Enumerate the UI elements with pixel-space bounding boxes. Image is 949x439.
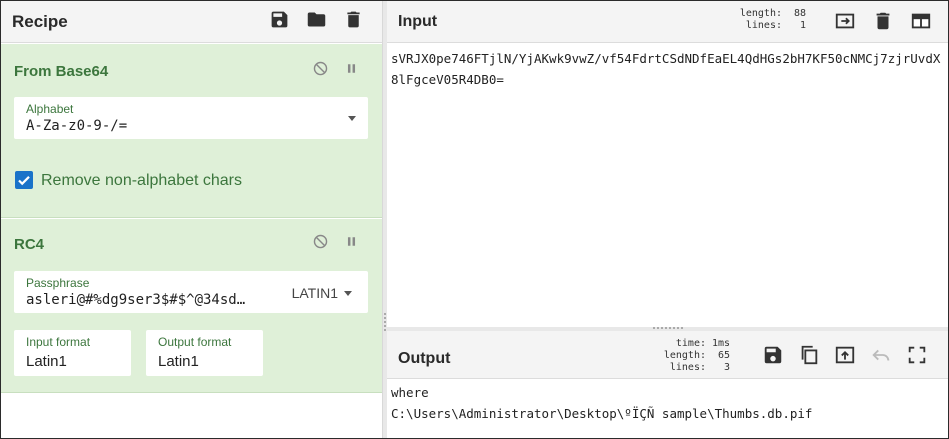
cyberchef-window: Recipe From Base64 Alphabet A-Za-z0-9-/=… bbox=[0, 0, 949, 439]
output-format-select[interactable]: Output format Latin1 bbox=[146, 330, 263, 376]
stat-value: 1 bbox=[799, 20, 806, 31]
stat-value: 1ms bbox=[711, 338, 730, 349]
output-stats: time: 1ms length: 65 lines: 3 bbox=[664, 338, 730, 374]
save-icon[interactable] bbox=[269, 9, 290, 30]
alphabet-value: A-Za-z0-9-/= bbox=[26, 118, 128, 134]
input-title: Input bbox=[398, 13, 438, 30]
recipe-header: Recipe bbox=[1, 1, 382, 43]
stat-key: lines: bbox=[669, 362, 706, 373]
pause-icon[interactable] bbox=[343, 60, 360, 77]
input-header: Input length: 88 lines: 1 bbox=[387, 1, 948, 43]
stat-value: 65 bbox=[717, 350, 730, 361]
disable-icon[interactable] bbox=[312, 60, 329, 77]
encoding-label: LATIN1 bbox=[291, 285, 338, 301]
alphabet-select[interactable]: Alphabet A-Za-z0-9-/= bbox=[14, 97, 368, 139]
input-to-output-icon[interactable] bbox=[834, 10, 856, 32]
disable-icon[interactable] bbox=[312, 233, 329, 250]
passphrase-encoding-select[interactable]: LATIN1 bbox=[292, 285, 352, 301]
splitter-grip[interactable] bbox=[384, 313, 386, 331]
layout-icon[interactable] bbox=[910, 10, 932, 32]
recipe-pane: Recipe From Base64 Alphabet A-Za-z0-9-/=… bbox=[1, 1, 383, 438]
passphrase-label: Passphrase bbox=[26, 276, 90, 290]
splitter-grip[interactable] bbox=[653, 327, 683, 329]
recipe-title: Recipe bbox=[12, 12, 68, 31]
output-line: where bbox=[391, 385, 429, 400]
copy-icon[interactable] bbox=[798, 344, 820, 366]
passphrase-value[interactable]: asleri@#%dg9ser3$#$^@34sd… bbox=[26, 292, 274, 308]
operation-rc4[interactable]: RC4 Passphrase asleri@#%dg9ser3$#$^@34sd… bbox=[1, 219, 382, 393]
output-title: Output bbox=[398, 350, 451, 367]
stat-key: lines: bbox=[745, 20, 782, 31]
operation-title: RC4 bbox=[14, 236, 45, 253]
remove-non-alphabet-checkbox[interactable] bbox=[15, 171, 33, 189]
output-header: Output time: 1ms length: 65 lines: 3 bbox=[387, 331, 948, 379]
output-text[interactable]: where C:\Users\Administrator\Desktop\ºÏÇÑ… bbox=[391, 382, 945, 424]
stat-value: 3 bbox=[723, 362, 730, 373]
operation-from-base64[interactable]: From Base64 Alphabet A-Za-z0-9-/= Remove… bbox=[1, 44, 382, 218]
input-pane: Input length: 88 lines: 1 sVRJX0pe746FTjlN… bbox=[387, 1, 948, 327]
undo-icon[interactable] bbox=[870, 344, 892, 366]
chevron-down-icon bbox=[348, 116, 356, 121]
pause-icon[interactable] bbox=[343, 233, 360, 250]
input-format-select[interactable]: Input format Latin1 bbox=[14, 330, 131, 376]
output-pane: Output time: 1ms length: 65 lines: 3 whe… bbox=[387, 331, 948, 438]
maximize-icon[interactable] bbox=[906, 344, 928, 366]
stat-key: length: bbox=[739, 8, 782, 19]
passphrase-field[interactable]: Passphrase asleri@#%dg9ser3$#$^@34sd… LA… bbox=[14, 271, 368, 313]
input-stats: length: 88 lines: 1 bbox=[740, 8, 806, 32]
input-format-label: Input format bbox=[26, 335, 91, 349]
operation-title: From Base64 bbox=[14, 63, 109, 80]
trash-icon[interactable] bbox=[343, 9, 364, 30]
alphabet-label: Alphabet bbox=[26, 102, 74, 116]
input-textarea[interactable]: sVRJX0pe746FTjlN/YjAKwk9vwZ/vf54FdrtCSdN… bbox=[391, 48, 945, 90]
stat-key: length: bbox=[663, 350, 706, 361]
folder-icon[interactable] bbox=[306, 9, 327, 30]
output-format-value: Latin1 bbox=[158, 353, 199, 370]
remove-non-alphabet-label: Remove non-alphabet chars bbox=[41, 172, 243, 189]
chevron-down-icon bbox=[344, 290, 352, 296]
replace-input-icon[interactable] bbox=[834, 344, 856, 366]
input-format-value: Latin1 bbox=[26, 353, 67, 370]
trash-icon[interactable] bbox=[872, 10, 894, 32]
output-line: C:\Users\Administrator\Desktop\ºÏÇÑ samp… bbox=[391, 406, 813, 421]
save-icon[interactable] bbox=[762, 344, 784, 366]
output-format-label: Output format bbox=[158, 335, 232, 349]
stat-value: 88 bbox=[793, 8, 806, 19]
stat-key: time: bbox=[675, 338, 706, 349]
